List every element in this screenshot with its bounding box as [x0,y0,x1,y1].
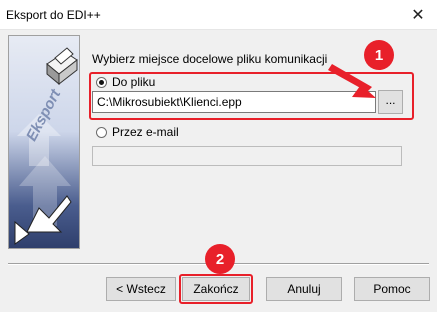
email-label[interactable]: Przez e-mail [112,125,179,139]
destination-prompt: Wybierz miejsce docelowe pliku komunikac… [92,52,328,66]
email-field [92,146,402,166]
close-icon: ✕ [411,7,425,24]
file-path-input[interactable]: C:\Mikrosubiekt\Klienci.epp [92,91,376,113]
finish-button[interactable]: Zakończ [182,277,250,301]
title-bar: Eksport do EDI++ ✕ [0,0,437,30]
help-button[interactable]: Pomoc [354,277,430,301]
email-radio[interactable] [96,127,107,138]
back-button[interactable]: < Wstecz [106,277,176,301]
step-badge-2: 2 [205,244,235,274]
cancel-button[interactable]: Anuluj [266,277,342,301]
close-button[interactable]: ✕ [399,0,437,30]
to-file-radio[interactable] [96,77,107,88]
step-badge-1: 1 [364,40,394,70]
export-arrows-icon [14,47,78,245]
wizard-banner-image: Eksport [8,35,80,249]
window-title: Eksport do EDI++ [6,8,101,22]
browse-button[interactable]: ... [378,90,403,114]
to-file-label[interactable]: Do pliku [112,75,155,89]
